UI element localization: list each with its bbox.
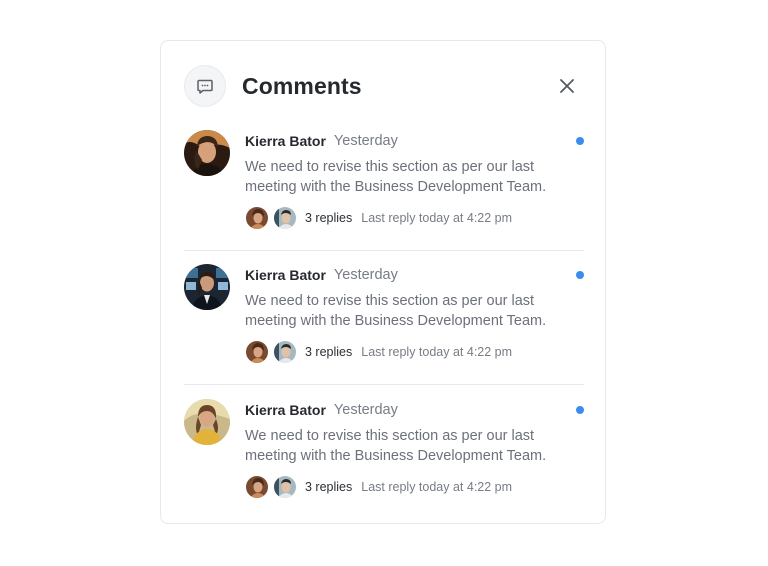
close-button[interactable] (556, 75, 578, 97)
replies-row[interactable]: 3 replies Last reply today at 4:22 pm (245, 473, 512, 501)
reply-avatar (245, 475, 269, 499)
chat-bubble-icon (184, 65, 226, 107)
replies-row[interactable]: 3 replies Last reply today at 4:22 pm (245, 204, 512, 232)
comment-meta: Kierra Bator Yesterday (245, 399, 398, 421)
reply-avatar (245, 340, 269, 364)
reply-avatar (273, 475, 297, 499)
comment-time: Yesterday (333, 402, 398, 418)
comment-meta: Kierra Bator Yesterday (245, 264, 398, 286)
comment-meta: Kierra Bator Yesterday (245, 130, 398, 152)
comment-text: We need to revise this section as per ou… (245, 159, 547, 195)
comment-item[interactable]: Kierra Bator Yesterday We need to revise… (184, 399, 584, 519)
comment-item[interactable]: Kierra Bator Yesterday We need to revise… (184, 264, 584, 385)
replies-row[interactable]: 3 replies Last reply today at 4:22 pm (245, 338, 512, 366)
author-name[interactable]: Kierra Bator (245, 402, 326, 418)
comment-item[interactable]: Kierra Bator Yesterday We need to revise… (184, 130, 584, 251)
unread-dot (576, 406, 584, 414)
reply-avatar (273, 206, 297, 230)
reply-count-link[interactable]: 3 replies (305, 211, 352, 225)
panel-header: Comments (184, 64, 582, 108)
avatar (184, 264, 230, 310)
comment-time: Yesterday (333, 133, 398, 149)
unread-dot (576, 271, 584, 279)
comment-time: Yesterday (333, 267, 398, 283)
comment-text: We need to revise this section as per ou… (245, 293, 547, 329)
reply-count-link[interactable]: 3 replies (305, 345, 352, 359)
comments-panel: Comments Kierra Bator Yesterday We need (160, 40, 606, 524)
avatar (184, 130, 230, 176)
unread-dot (576, 137, 584, 145)
reply-count-link[interactable]: 3 replies (305, 480, 352, 494)
reply-avatar (245, 206, 269, 230)
last-reply-time: Last reply today at 4:22 pm (361, 345, 513, 359)
close-icon (560, 79, 574, 93)
avatar (184, 399, 230, 445)
reply-avatar (273, 340, 297, 364)
comment-text: We need to revise this section as per ou… (245, 428, 547, 464)
author-name[interactable]: Kierra Bator (245, 267, 326, 283)
last-reply-time: Last reply today at 4:22 pm (361, 211, 513, 225)
last-reply-time: Last reply today at 4:22 pm (361, 480, 513, 494)
author-name[interactable]: Kierra Bator (245, 133, 326, 149)
panel-title: Comments (242, 72, 362, 99)
